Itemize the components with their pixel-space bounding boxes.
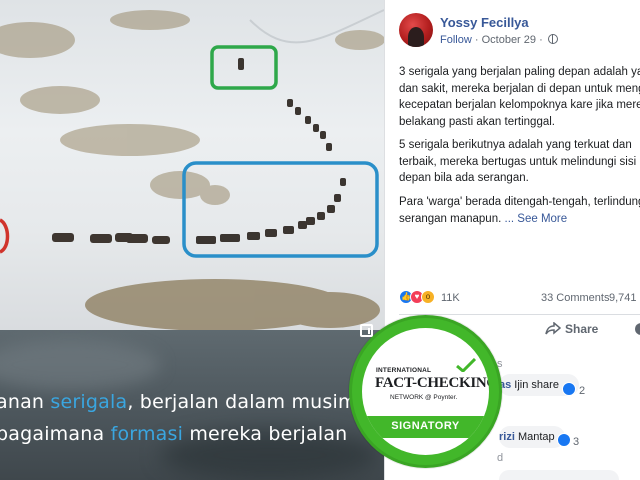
post-paragraph-2: 5 serigala berikutnya adalah yang terkua… — [399, 139, 637, 184]
shares-count[interactable]: 9,741 S — [609, 292, 640, 304]
badge-line-2: FACT-CHECKING — [375, 375, 489, 391]
wolves-trail — [287, 99, 332, 151]
comment-2: rizi Mantap — [499, 431, 555, 443]
comment-text: Mantap — [514, 431, 555, 443]
post-paragraph-3: Para 'warga' berada ditengah-tengah, ter… — [399, 194, 640, 227]
wolves-rear-group — [52, 233, 170, 244]
badge-line-1: INTERNATIONAL — [376, 367, 432, 374]
caption-text: anan — [0, 391, 51, 413]
badge-label: SIGNATORY — [391, 420, 460, 432]
ifcn-signatory-badge: INTERNATIONAL FACT-CHECKING NETWORK @ Po… — [349, 315, 502, 468]
badge-inner: INTERNATIONAL FACT-CHECKING NETWORK @ Po… — [362, 328, 489, 455]
wow-icon: o — [421, 290, 435, 304]
caption-line-2: bagaimana formasi mereka berjalan — [0, 423, 347, 445]
reaction-count[interactable]: 11K — [441, 292, 460, 304]
commenter-name[interactable]: rizi — [499, 431, 515, 443]
checkmark-icon — [456, 358, 476, 372]
caption-highlight: serigala — [50, 391, 128, 413]
comment-1: as Ijin share — [499, 379, 559, 391]
dry-grass-bottom — [85, 279, 380, 330]
author-name[interactable]: Yossy Fecillya — [440, 15, 529, 30]
share-button[interactable]: Share — [545, 321, 599, 336]
post-meta: Follow · October 29 · — [440, 34, 558, 46]
caption-text: bagaimana — [0, 423, 111, 445]
post-paragraph-1: 3 serigala yang berjalan paling depan ad… — [399, 66, 640, 128]
share-label: Share — [565, 322, 599, 336]
wolf-leader — [238, 58, 244, 70]
wolves-photo[interactable] — [0, 0, 384, 330]
caption-text: mereka berjalan — [183, 423, 348, 445]
globe-icon — [547, 34, 558, 44]
avatar[interactable] — [399, 13, 433, 47]
comments-count[interactable]: 33 Comments — [541, 292, 609, 304]
comment-bubble — [499, 470, 619, 480]
share-icon — [545, 321, 562, 335]
meta-separator: · — [539, 34, 543, 46]
see-more-link[interactable]: ... See More — [505, 213, 568, 225]
dry-grass — [0, 10, 384, 205]
rear-highlight-box — [0, 218, 10, 254]
comment-text: Ijin share — [511, 379, 559, 391]
caption-text: , berjalan dalam musim — [127, 391, 357, 413]
video-caption: anan serigala, berjalan dalam musim baga… — [0, 330, 384, 480]
badge-line-3: NETWORK @ Poynter. — [390, 394, 458, 401]
wolves-scene — [0, 9, 384, 330]
post-date[interactable]: October 29 — [482, 34, 536, 46]
comment-like-icon — [562, 382, 576, 396]
badge-corner-icon — [360, 324, 373, 337]
follow-link[interactable]: Follow — [440, 34, 472, 46]
comment-like-count[interactable]: 3 — [573, 436, 579, 448]
meta-separator: · — [474, 34, 479, 46]
comment-like-count[interactable]: 2 — [579, 385, 585, 397]
caption-line-1: anan serigala, berjalan dalam musim — [0, 391, 357, 413]
comment-fragment: d — [497, 452, 504, 464]
caption-highlight: formasi — [110, 423, 184, 445]
comment-like-icon — [557, 433, 571, 447]
profile-selector-icon[interactable] — [635, 323, 640, 335]
